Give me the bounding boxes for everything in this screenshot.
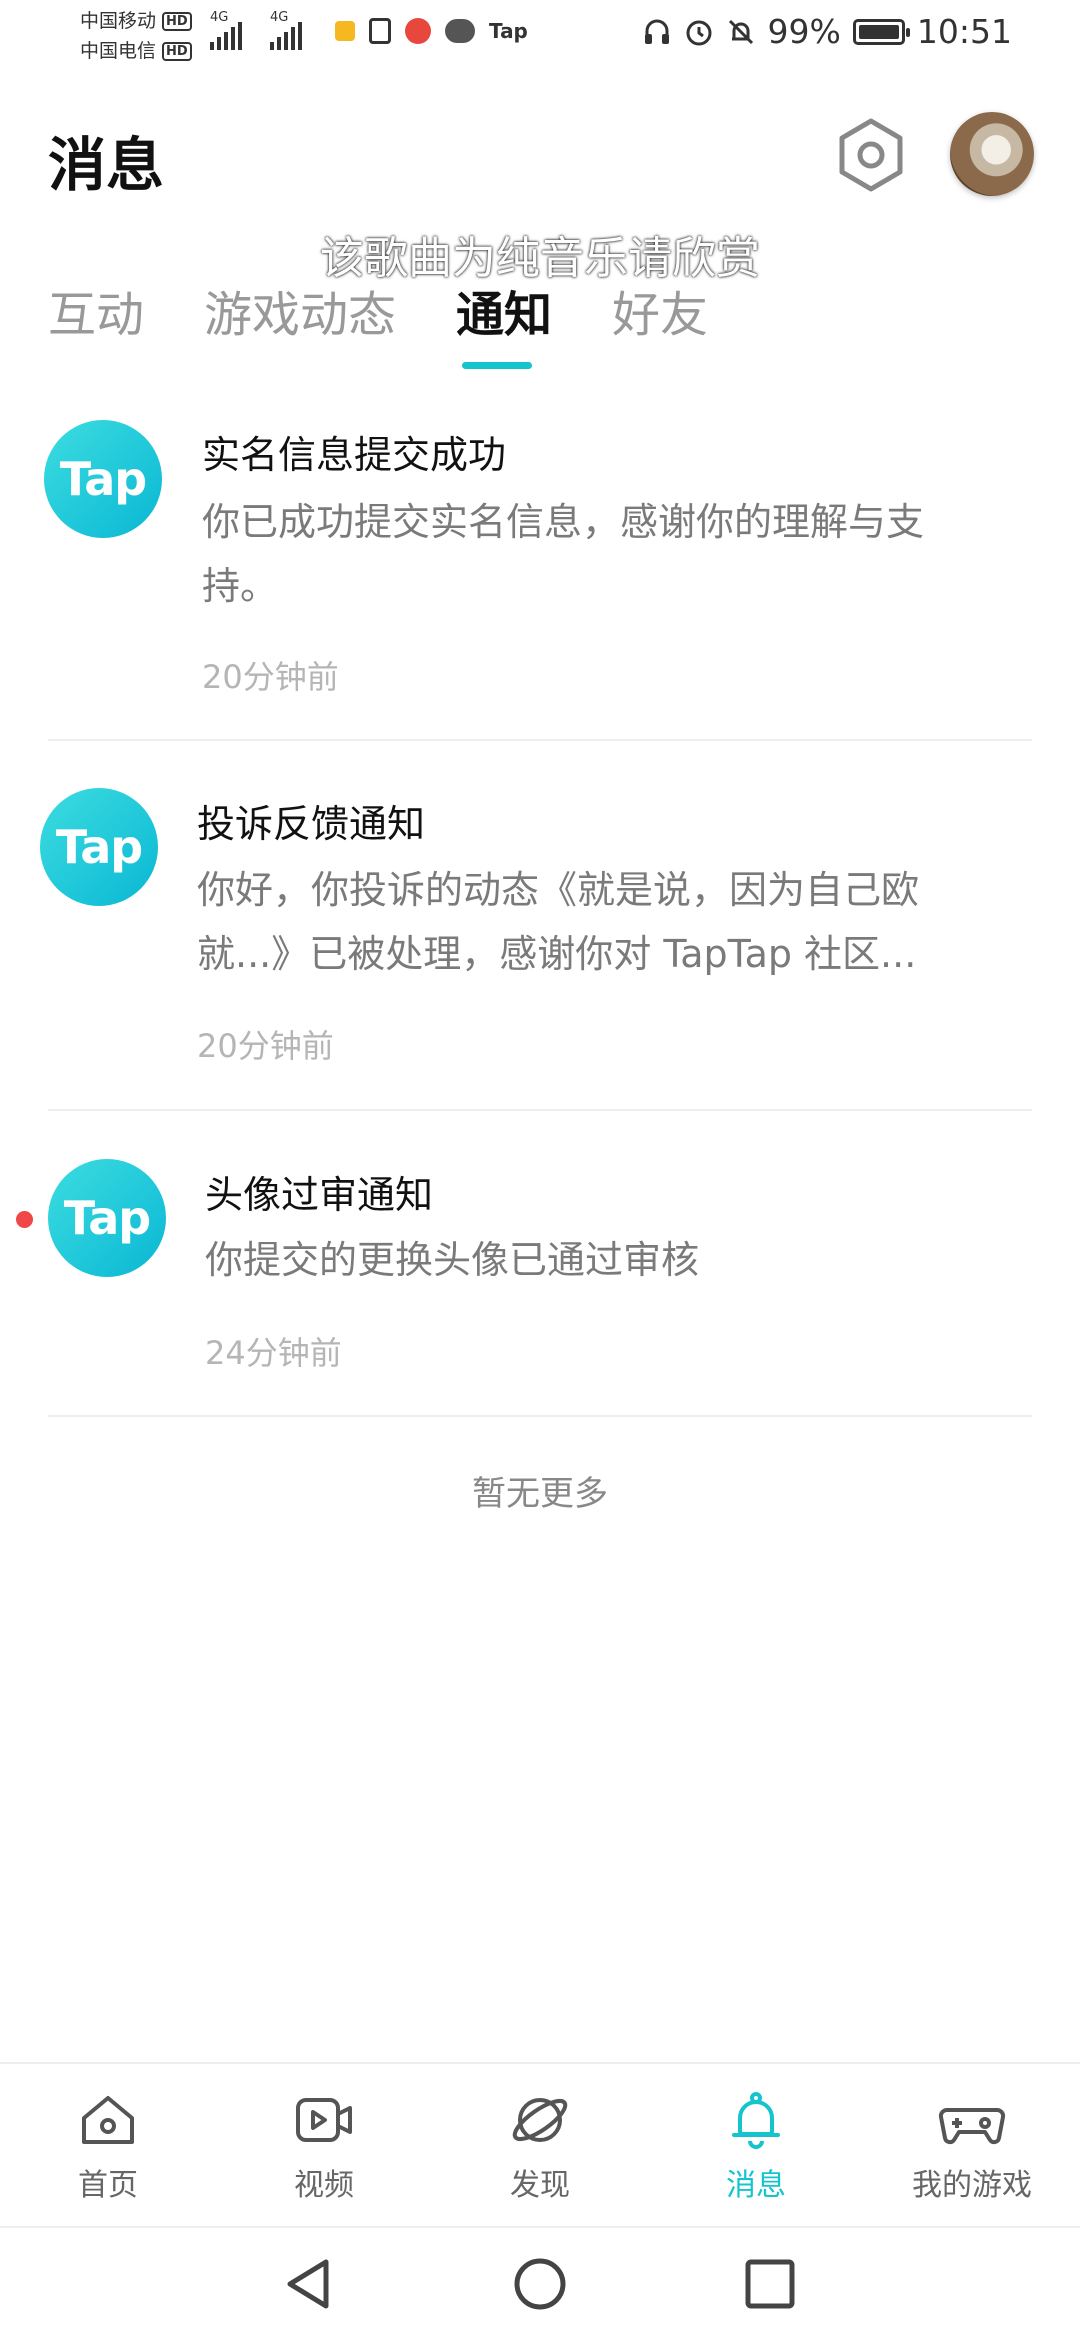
tab-friends[interactable]: 好友: [612, 275, 708, 345]
nav-discover[interactable]: 发现: [450, 2088, 630, 2204]
app-notify-icon: [335, 21, 355, 41]
settings-button[interactable]: [832, 116, 910, 194]
tab-active-indicator: [462, 362, 532, 369]
tab-bar: 互动 游戏动态 通知 好友: [48, 275, 708, 345]
avatar[interactable]: [950, 112, 1034, 196]
sim-icon: [369, 18, 391, 44]
notification-body: 你提交的更换头像已通过审核: [205, 1238, 700, 1282]
video-icon: [296, 2098, 352, 2142]
hd-badge-2: HD: [162, 41, 192, 61]
tab-game-updates[interactable]: 游戏动态: [204, 275, 396, 345]
unread-dot: [16, 1211, 33, 1228]
nav-video[interactable]: 视频: [234, 2088, 414, 2204]
back-icon[interactable]: [282, 2256, 336, 2312]
notification-body: 你已成功提交实名信息，感谢你的理解与支持。: [202, 500, 925, 608]
bell-icon: [732, 2092, 780, 2149]
tap-notify-icon: Tap: [489, 19, 528, 43]
carrier-info: 中国移动 HD 中国电信 HD: [80, 6, 192, 66]
carrier-2: 中国电信: [80, 40, 157, 62]
notification-title: 实名信息提交成功: [202, 433, 507, 477]
wechat-icon: [445, 19, 475, 43]
mute-icon: [728, 19, 753, 44]
gamepad-icon: [938, 2108, 1006, 2145]
divider: [48, 739, 1032, 741]
tab-notifications[interactable]: 通知: [456, 275, 552, 345]
clock: 10:51: [916, 12, 1012, 51]
divider: [48, 1109, 1032, 1111]
divider: [48, 1415, 1032, 1417]
home-circle-icon[interactable]: [512, 2256, 568, 2312]
nav-label: 首页: [78, 2168, 138, 2203]
notification-title: 投诉反馈通知: [197, 802, 426, 846]
gear-icon: [839, 118, 903, 192]
bottom-nav: 首页 视频 发现 消息 我的游戏: [0, 2062, 1080, 2226]
network-type-1: 4G: [210, 10, 229, 25]
battery-icon: [852, 18, 910, 45]
taptap-logo: Tap: [40, 788, 158, 906]
notification-time: 24分钟前: [205, 1334, 342, 1372]
nav-label: 消息: [726, 2168, 786, 2203]
taptap-logo: Tap: [44, 420, 162, 538]
signal-icon-1: 4G: [210, 10, 242, 50]
nav-label: 发现: [510, 2168, 570, 2203]
headphones-icon: [644, 19, 669, 44]
battery-percent: 99%: [767, 12, 841, 51]
network-type-2: 4G: [270, 10, 289, 25]
taptap-logo: Tap: [48, 1159, 166, 1277]
system-nav-bar: [0, 2226, 1080, 2342]
home-icon: [82, 2096, 134, 2144]
nav-home[interactable]: 首页: [18, 2088, 198, 2204]
tab-interaction[interactable]: 互动: [48, 275, 144, 345]
status-right: 99% 10:51: [642, 12, 1012, 51]
search-app-icon: [405, 18, 431, 44]
recents-icon[interactable]: [742, 2256, 798, 2312]
nav-label: 我的游戏: [912, 2168, 1032, 2203]
nav-my-games[interactable]: 我的游戏: [882, 2088, 1062, 2204]
nav-messages[interactable]: 消息: [666, 2088, 846, 2204]
page-title: 消息: [48, 131, 165, 199]
planet-icon: [512, 2098, 568, 2142]
status-bar: 中国移动 HD 中国电信 HD 4G 4G Tap 99% 10:51: [0, 0, 1080, 72]
notification-time: 20分钟前: [202, 658, 339, 696]
signal-icon-2: 4G: [270, 10, 302, 50]
alarm-icon: [686, 20, 712, 45]
no-more-text: 暂无更多: [472, 1474, 608, 1514]
notification-body: 你好，你投诉的动态《就是说，因为自己欧就...》已被处理，感谢你对 TapTap…: [197, 868, 920, 976]
notification-icons: Tap: [335, 18, 528, 44]
notification-time: 20分钟前: [197, 1027, 334, 1065]
carrier-1: 中国移动: [80, 10, 157, 32]
notification-title: 头像过审通知: [205, 1173, 434, 1217]
hd-badge-1: HD: [162, 11, 192, 31]
nav-label: 视频: [294, 2168, 354, 2203]
